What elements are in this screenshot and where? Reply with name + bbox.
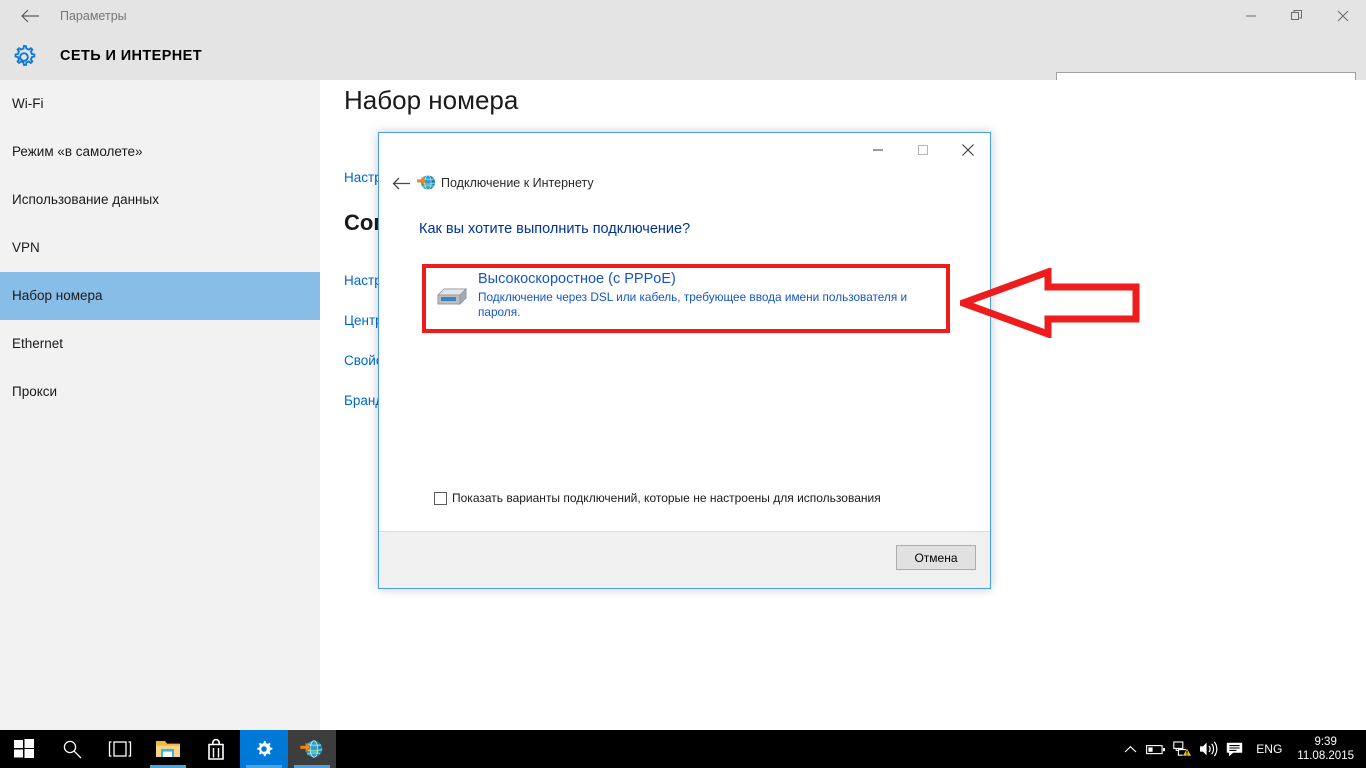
network-warning-button[interactable] <box>1169 730 1195 768</box>
dialog-back-button[interactable] <box>387 169 415 197</box>
task-view-icon <box>108 740 132 758</box>
close-icon <box>1337 10 1349 22</box>
back-button[interactable] <box>12 0 48 32</box>
battery-icon <box>1146 743 1166 756</box>
sidebar-item-proxy[interactable]: Прокси <box>0 368 320 416</box>
sidebar-item-wifi[interactable]: Wi-Fi <box>0 80 320 128</box>
dialog-navigation-bar: Подключение к Интернету <box>379 167 990 201</box>
internet-connection-dialog: Подключение к Интернету Как вы хотите вы… <box>378 132 991 589</box>
connection-option-pppoe[interactable]: Высокоскоростное (с PPPoE) Подключение ч… <box>426 268 946 329</box>
taskbar-search-button[interactable] <box>48 730 96 768</box>
globe-network-icon <box>417 173 436 192</box>
clock[interactable]: 9:39 11.08.2015 <box>1291 730 1366 768</box>
internet-connection-taskbar-button[interactable] <box>288 730 336 768</box>
clock-time: 9:39 <box>1314 735 1336 749</box>
dialog-close-button[interactable] <box>945 133 990 167</box>
action-center-button[interactable] <box>1221 730 1247 768</box>
network-warning-icon <box>1173 741 1192 757</box>
window-restore-button[interactable] <box>1274 0 1320 32</box>
sidebar-item-ethernet[interactable]: Ethernet <box>0 320 320 368</box>
file-explorer-button[interactable] <box>144 730 192 768</box>
language-indicator[interactable]: ENG <box>1247 730 1291 768</box>
arrow-left-icon <box>392 176 411 191</box>
action-center-icon <box>1226 742 1243 757</box>
sidebar-item-airplane-mode[interactable]: Режим «в самолете» <box>0 128 320 176</box>
minimize-icon <box>1245 10 1257 22</box>
show-unconfigured-options-row[interactable]: Показать варианты подключений, которые н… <box>434 491 881 505</box>
taskbar-buttons <box>0 730 336 768</box>
dialog-caption-buttons <box>855 133 990 167</box>
clock-date: 11.08.2015 <box>1297 749 1354 763</box>
sidebar-item-dial-up[interactable]: Набор номера <box>0 272 320 320</box>
volume-icon <box>1199 741 1218 757</box>
settings-sidebar: Wi-Fi Режим «в самолете» Использование д… <box>0 80 320 730</box>
file-explorer-icon <box>155 738 181 760</box>
task-view-button[interactable] <box>96 730 144 768</box>
dialog-breadcrumb: Подключение к Интернету <box>441 167 594 199</box>
minimize-icon <box>872 144 884 156</box>
show-unconfigured-options-checkbox[interactable] <box>434 492 447 505</box>
dialog-question-heading: Как вы хотите выполнить подключение? <box>419 221 690 237</box>
connection-option-title: Высокоскоростное (с PPPoE) <box>478 271 676 287</box>
system-tray: ENG 9:39 11.08.2015 <box>1117 730 1366 768</box>
sidebar-item-data-usage[interactable]: Использование данных <box>0 176 320 224</box>
start-button[interactable] <box>0 730 48 768</box>
settings-header: СЕТЬ И ИНТЕРНЕТ <box>0 32 1366 80</box>
dialog-minimize-button[interactable] <box>855 133 900 167</box>
restore-icon <box>917 144 929 156</box>
window-close-button[interactable] <box>1320 0 1366 32</box>
connection-option-description: Подключение через DSL или кабель, требую… <box>478 290 918 320</box>
gear-icon <box>9 42 39 72</box>
page-category-title: СЕТЬ И ИНТЕРНЕТ <box>60 32 202 80</box>
restore-icon <box>1291 10 1303 22</box>
modem-device-icon <box>435 279 469 307</box>
volume-button[interactable] <box>1195 730 1221 768</box>
microsoft-store-icon <box>205 738 227 760</box>
page-title: Набор номера <box>344 85 518 116</box>
windows-start-icon <box>14 739 34 759</box>
cancel-button[interactable]: Отмена <box>896 545 976 570</box>
network-globe-icon <box>300 738 324 760</box>
window-title: Параметры <box>60 0 127 32</box>
settings-taskbar-button[interactable] <box>240 730 288 768</box>
microsoft-store-button[interactable] <box>192 730 240 768</box>
sidebar-item-vpn[interactable]: VPN <box>0 224 320 272</box>
battery-button[interactable] <box>1143 730 1169 768</box>
search-icon <box>62 739 82 759</box>
chevron-up-icon <box>1124 745 1137 754</box>
close-icon <box>961 143 975 157</box>
settings-gear-icon <box>254 739 274 759</box>
desktop-screen: Параметры <box>0 0 1366 768</box>
taskbar: ENG 9:39 11.08.2015 <box>0 730 1366 768</box>
tray-expand-button[interactable] <box>1117 730 1143 768</box>
window-minimize-button[interactable] <box>1228 0 1274 32</box>
dialog-footer: Отмена <box>379 531 990 588</box>
window-titlebar: Параметры <box>0 0 1366 32</box>
arrow-left-icon <box>20 8 40 24</box>
show-unconfigured-options-label: Показать варианты подключений, которые н… <box>452 491 881 505</box>
dialog-restore-button[interactable] <box>900 133 945 167</box>
window-caption-buttons <box>1228 0 1366 32</box>
